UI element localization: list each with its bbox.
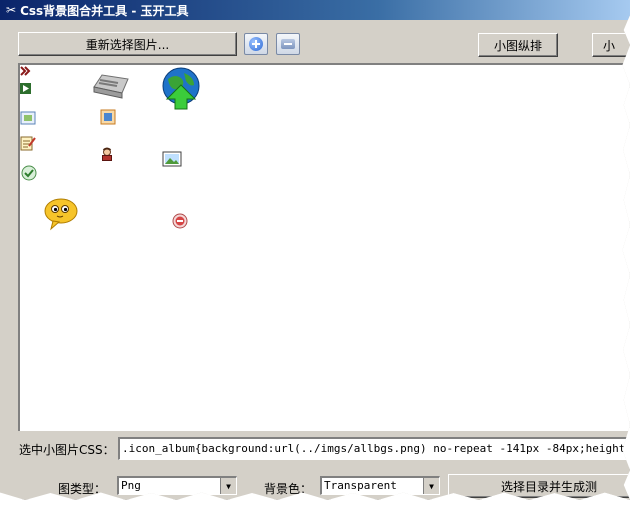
globe-upload-icon[interactable] — [160, 67, 204, 111]
minus-icon — [281, 39, 295, 49]
notepad-pen-icon[interactable] — [20, 135, 36, 151]
remove-button[interactable] — [276, 33, 300, 55]
stop-red-icon[interactable] — [172, 213, 188, 229]
green-check-icon[interactable] — [21, 165, 37, 181]
dropdown-arrow-icon: ▼ — [423, 478, 439, 494]
image-type-select[interactable]: Png ▼ — [117, 476, 237, 495]
image-type-label: 图类型： — [58, 482, 107, 496]
css-field-label: 选中小图片CSS： — [19, 443, 115, 457]
vertical-layout-button[interactable]: 小图纵排 — [478, 33, 558, 57]
app-window: ✂ Css背景图合并工具 - 玉开工具 重新选择图片... 小图纵排 小 选中小… — [0, 0, 630, 500]
sprite-canvas[interactable] — [18, 63, 630, 431]
tools-icon: ✂ — [6, 3, 17, 17]
emoticon-icon[interactable] — [44, 197, 80, 231]
dropdown-arrow-icon: ▼ — [220, 478, 236, 494]
title-bar: ✂ Css背景图合并工具 - 玉开工具 — [0, 0, 630, 20]
background-color-value: Transparent — [324, 479, 397, 492]
image-type-value: Png — [121, 479, 141, 492]
green-play-icon[interactable] — [20, 83, 32, 95]
person-icon[interactable] — [100, 147, 114, 161]
image-thumb-icon[interactable] — [20, 111, 36, 125]
scanner-icon[interactable] — [92, 71, 132, 101]
background-color-select[interactable]: Transparent ▼ — [320, 476, 440, 495]
window-title: Css背景图合并工具 - 玉开工具 — [20, 3, 189, 18]
reselect-images-button[interactable]: 重新选择图片... — [18, 32, 237, 56]
double-arrow-icon[interactable] — [20, 66, 32, 78]
select-directory-button[interactable]: 选择目录并生成测 — [448, 474, 630, 498]
landscape-picture-icon[interactable] — [162, 151, 182, 167]
background-color-label: 背景色： — [264, 482, 313, 496]
frame-picture-icon[interactable] — [100, 109, 116, 125]
css-output-field[interactable]: .icon_album{background:url(../imgs/allbg… — [118, 437, 630, 460]
plus-icon — [249, 37, 263, 51]
horizontal-layout-button[interactable]: 小 — [592, 33, 630, 57]
add-button[interactable] — [244, 33, 268, 55]
